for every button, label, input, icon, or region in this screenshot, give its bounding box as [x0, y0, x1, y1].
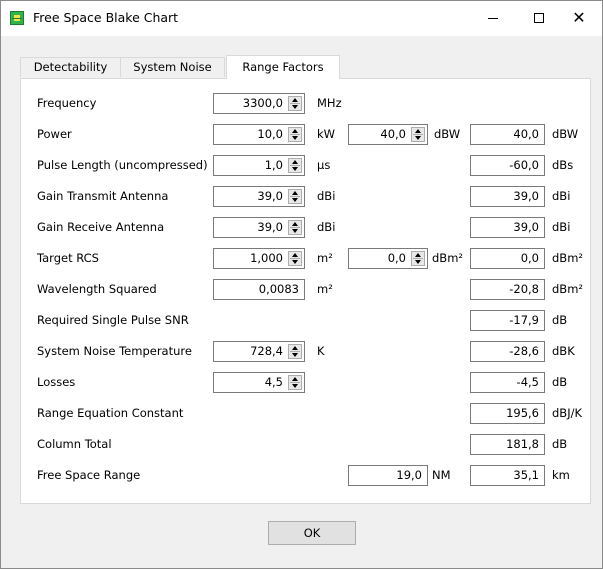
minimize-button[interactable]: [470, 1, 516, 35]
losses-input[interactable]: 4,5: [213, 372, 305, 393]
result-field: 39,0: [470, 217, 545, 238]
unit-label: dB: [552, 375, 568, 389]
unit-label: dBm²: [552, 251, 584, 265]
noise-temperature-input[interactable]: 728,4: [213, 341, 305, 362]
title-bar[interactable]: Free Space Blake Chart ✕: [1, 1, 602, 36]
gain-receive-input[interactable]: 39,0: [213, 217, 305, 238]
unit-label: dBs: [552, 158, 574, 172]
row-label: Target RCS: [37, 251, 99, 265]
gain-receive-value: 39,0: [257, 220, 283, 234]
range-factors-panel: Frequency 3300,0 MHz Power 10,0 kW 40,0 …: [20, 78, 591, 504]
unit-label: dBi: [552, 220, 571, 234]
app-window: Free Space Blake Chart ✕ Detectability S…: [0, 0, 603, 569]
unit-label: dBm²: [552, 282, 584, 296]
result-field: -28,6: [470, 341, 545, 362]
unit-label: dBK: [552, 344, 575, 358]
unit-label: dB: [552, 437, 568, 451]
spin-icon[interactable]: [288, 220, 302, 235]
spin-icon[interactable]: [288, 127, 302, 142]
unit-label: kW: [317, 127, 336, 141]
row-label: System Noise Temperature: [37, 344, 192, 358]
row-label: Pulse Length (uncompressed): [37, 158, 208, 172]
row-label: Free Space Range: [37, 468, 141, 482]
result-field: 181,8: [470, 434, 545, 455]
row-label: Wavelength Squared: [37, 282, 157, 296]
close-icon: ✕: [572, 8, 586, 27]
row-label: Gain Transmit Antenna: [37, 189, 169, 203]
unit-label: dBW: [552, 127, 579, 141]
gain-transmit-input[interactable]: 39,0: [213, 186, 305, 207]
result-field: 39,0: [470, 186, 545, 207]
power-input[interactable]: 10,0: [213, 124, 305, 145]
maximize-icon: [534, 13, 544, 23]
unit-label: NM: [432, 468, 451, 482]
result-field: 195,6: [470, 403, 545, 424]
pulse-length-value: 1,0: [264, 158, 283, 172]
unit-label: m²: [317, 251, 333, 265]
result-field: -4,5: [470, 372, 545, 393]
spin-icon[interactable]: [288, 158, 302, 173]
spin-icon[interactable]: [288, 375, 302, 390]
result-field: -60,0: [470, 155, 545, 176]
unit-label: MHz: [317, 96, 342, 110]
unit-label: dBi: [552, 189, 571, 203]
spin-icon[interactable]: [288, 189, 302, 204]
row-label: Power: [37, 127, 72, 141]
unit-label: dBW: [434, 127, 461, 141]
row-label: Required Single Pulse SNR: [37, 313, 189, 327]
frequency-input[interactable]: 3300,0: [213, 93, 305, 114]
row-label: Gain Receive Antenna: [37, 220, 165, 234]
target-rcs-input[interactable]: 1,000: [213, 248, 305, 269]
unit-label: dBm²: [432, 251, 464, 265]
losses-value: 4,5: [264, 375, 283, 389]
wavelength-squared-field: 0,0083: [213, 279, 305, 300]
spin-icon[interactable]: [411, 251, 425, 266]
unit-label: m²: [317, 282, 333, 296]
target-rcs-dbm-input[interactable]: 0,0: [348, 248, 428, 269]
row-label: Range Equation Constant: [37, 406, 184, 420]
tab-detectability[interactable]: Detectability: [20, 57, 121, 77]
spin-icon[interactable]: [288, 96, 302, 111]
unit-label: dBJ/K: [552, 406, 582, 420]
ok-button[interactable]: OK: [268, 521, 356, 545]
target-rcs-dbm-value: 0,0: [387, 251, 406, 265]
tab-system-noise[interactable]: System Noise: [120, 57, 225, 77]
result-field: 0,0: [470, 248, 545, 269]
pulse-length-input[interactable]: 1,0: [213, 155, 305, 176]
power-value: 10,0: [257, 127, 283, 141]
unit-label: dBi: [317, 220, 336, 234]
spin-icon[interactable]: [411, 127, 425, 142]
row-label: Losses: [37, 375, 76, 389]
result-field: -20,8: [470, 279, 545, 300]
row-label: Frequency: [37, 96, 97, 110]
range-nm-field: 19,0: [348, 465, 428, 486]
power-dbw-value: 40,0: [380, 127, 406, 141]
unit-label: dB: [552, 313, 568, 327]
result-field: 40,0: [470, 124, 545, 145]
unit-label: km: [552, 468, 570, 482]
gain-transmit-value: 39,0: [257, 189, 283, 203]
unit-label: dBi: [317, 189, 336, 203]
window-title: Free Space Blake Chart: [33, 10, 179, 25]
spin-icon[interactable]: [288, 251, 302, 266]
target-rcs-value: 1,000: [250, 251, 283, 265]
spin-icon[interactable]: [288, 344, 302, 359]
unit-label: K: [317, 344, 325, 358]
result-field: -17,9: [470, 310, 545, 331]
noise-temperature-value: 728,4: [250, 344, 283, 358]
app-icon: [10, 11, 24, 25]
frequency-value: 3300,0: [242, 96, 283, 110]
row-label: Column Total: [37, 437, 112, 451]
power-dbw-input[interactable]: 40,0: [348, 124, 428, 145]
unit-label: µs: [317, 158, 331, 172]
close-button[interactable]: ✕: [556, 1, 602, 35]
result-field: 35,1: [470, 465, 545, 486]
tab-range-factors[interactable]: Range Factors: [226, 55, 340, 79]
minimize-icon: [488, 17, 498, 19]
